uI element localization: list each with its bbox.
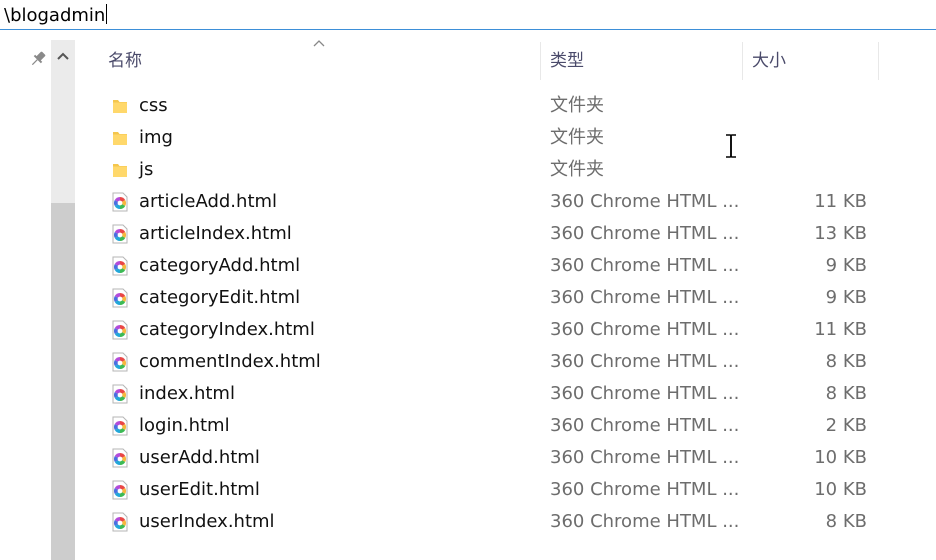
item-size: 9 KB (825, 255, 867, 276)
item-name: css (139, 95, 168, 116)
html-file-icon (110, 256, 130, 276)
item-type: 360 Chrome HTML ... (550, 511, 740, 532)
html-file-icon (110, 320, 130, 340)
item-type: 360 Chrome HTML ... (550, 191, 740, 212)
item-size: 11 KB (814, 319, 867, 340)
folder-row[interactable]: js 文件夹 (100, 154, 886, 186)
item-size: 8 KB (825, 511, 867, 532)
item-type: 360 Chrome HTML ... (550, 319, 740, 340)
file-row[interactable]: articleIndex.html 360 Chrome HTML ... 13 K… (100, 218, 886, 250)
column-divider[interactable] (540, 42, 541, 80)
file-row[interactable]: categoryIndex.html 360 Chrome HTML ... 11 … (100, 314, 886, 346)
file-row[interactable]: categoryEdit.html 360 Chrome HTML ... 9 KB (100, 282, 886, 314)
item-size: 11 KB (814, 191, 867, 212)
item-type: 文件夹 (550, 127, 604, 148)
item-name: articleIndex.html (139, 223, 292, 244)
item-name: userAdd.html (139, 447, 260, 468)
html-file-icon (110, 416, 130, 436)
html-file-icon (110, 192, 130, 212)
file-row[interactable]: categoryAdd.html 360 Chrome HTML ... 9 KB (100, 250, 886, 282)
text-caret (106, 4, 108, 24)
html-file-icon (110, 384, 130, 404)
column-header-type-label: 类型 (550, 51, 584, 71)
file-row[interactable]: login.html 360 Chrome HTML ... 2 KB (100, 410, 886, 442)
html-file-icon (110, 448, 130, 468)
item-size: 2 KB (825, 415, 867, 436)
file-row[interactable]: userEdit.html 360 Chrome HTML ... 10 KB (100, 474, 886, 506)
file-row[interactable]: userAdd.html 360 Chrome HTML ... 10 KB (100, 442, 886, 474)
html-file-icon (110, 352, 130, 372)
item-name: img (139, 127, 173, 148)
item-name: js (139, 159, 154, 180)
item-name: index.html (139, 383, 235, 404)
chevron-up-icon (57, 52, 69, 60)
item-type: 360 Chrome HTML ... (550, 415, 740, 436)
folder-icon (110, 96, 130, 116)
column-divider[interactable] (878, 42, 879, 80)
scroll-up-button[interactable] (51, 44, 75, 68)
column-divider[interactable] (742, 42, 743, 80)
file-row[interactable]: commentIndex.html 360 Chrome HTML ... 8 KB (100, 346, 886, 378)
item-name: categoryEdit.html (139, 287, 301, 308)
text-cursor-icon (726, 134, 736, 158)
item-size: 10 KB (814, 479, 867, 500)
html-file-icon (110, 224, 130, 244)
column-header-size[interactable]: 大小 (744, 40, 878, 82)
item-name: articleAdd.html (139, 191, 278, 212)
item-name: commentIndex.html (139, 351, 321, 372)
file-row[interactable]: index.html 360 Chrome HTML ... 8 KB (100, 378, 886, 410)
item-size: 9 KB (825, 287, 867, 308)
pin-icon[interactable] (28, 49, 48, 69)
address-bar[interactable]: \blogadmin (0, 0, 936, 30)
item-type: 360 Chrome HTML ... (550, 383, 740, 404)
item-size: 10 KB (814, 447, 867, 468)
item-name: categoryIndex.html (139, 319, 315, 340)
item-type: 360 Chrome HTML ... (550, 223, 740, 244)
item-size: 8 KB (825, 351, 867, 372)
item-type: 文件夹 (550, 159, 604, 180)
item-size: 13 KB (814, 223, 867, 244)
column-header-name-label: 名称 (108, 51, 142, 71)
column-header-size-label: 大小 (752, 51, 786, 71)
item-type: 360 Chrome HTML ... (550, 287, 740, 308)
address-path-field[interactable]: \blogadmin (4, 4, 108, 27)
item-name: login.html (139, 415, 230, 436)
html-file-icon (110, 480, 130, 500)
scroll-thumb[interactable] (51, 203, 75, 560)
folder-row[interactable]: css 文件夹 (100, 90, 886, 122)
file-row[interactable]: userIndex.html 360 Chrome HTML ... 8 KB (100, 506, 886, 538)
item-name: categoryAdd.html (139, 255, 301, 276)
html-file-icon (110, 512, 130, 532)
html-file-icon (110, 288, 130, 308)
folder-icon (110, 128, 130, 148)
nav-pane-scrollbar[interactable] (51, 40, 75, 560)
item-type: 文件夹 (550, 95, 604, 116)
column-header-type[interactable]: 类型 (542, 40, 742, 82)
item-type: 360 Chrome HTML ... (550, 479, 740, 500)
item-type: 360 Chrome HTML ... (550, 447, 740, 468)
folder-row[interactable]: img 文件夹 (100, 122, 886, 154)
item-type: 360 Chrome HTML ... (550, 351, 740, 372)
folder-icon (110, 160, 130, 180)
item-size: 8 KB (825, 383, 867, 404)
item-name: userEdit.html (139, 479, 260, 500)
item-type: 360 Chrome HTML ... (550, 255, 740, 276)
item-name: userIndex.html (139, 511, 275, 532)
file-row[interactable]: articleAdd.html 360 Chrome HTML ... 11 KB (100, 186, 886, 218)
column-header-name[interactable]: 名称 (100, 40, 540, 82)
